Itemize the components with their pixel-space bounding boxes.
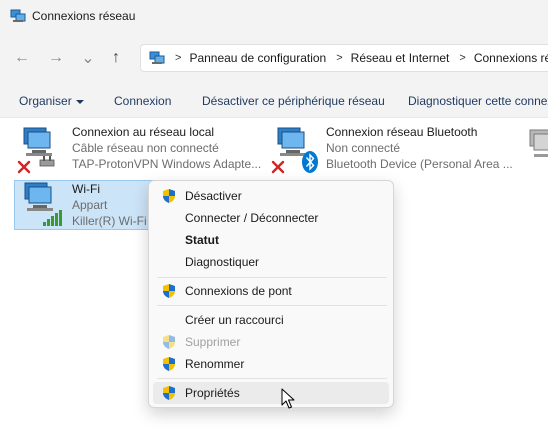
uac-shield-icon	[163, 357, 175, 371]
connection-status: Non connecté	[326, 141, 401, 155]
menu-item-rename[interactable]: Renommer	[153, 353, 389, 375]
mouse-pointer-icon	[281, 388, 295, 409]
bluetooth-icon	[302, 151, 318, 173]
breadcrumb-separator[interactable]: >	[459, 52, 465, 64]
menu-item-label: Propriétés	[185, 386, 240, 400]
signal-bars-icon	[43, 210, 62, 226]
bluetooth-adapter-icon	[271, 127, 318, 174]
menu-item-disable[interactable]: Désactiver	[153, 185, 389, 207]
dropdown-caret-icon	[75, 99, 84, 104]
uac-shield-icon	[163, 284, 175, 298]
organize-label: Organiser	[19, 94, 72, 108]
menu-item-bridge[interactable]: Connexions de pont	[153, 280, 389, 302]
title-bar: Connexions réseau	[0, 0, 548, 32]
menu-item-delete: Supprimer	[153, 331, 389, 353]
connection-name: Connexion au réseau local	[72, 125, 215, 139]
wifi-adapter-icon	[24, 182, 62, 226]
connect-button[interactable]: Connexion	[114, 94, 171, 108]
menu-item-label: Créer un raccourci	[185, 313, 284, 327]
disconnected-x-icon	[17, 160, 31, 174]
menu-separator	[157, 277, 387, 278]
ethernet-adapter-icon	[17, 127, 55, 174]
organize-button[interactable]: Organiser	[19, 94, 84, 108]
uac-shield-icon	[163, 335, 175, 349]
menu-item-label: Connecter / Déconnecter	[185, 211, 319, 225]
network-adapter-icon	[529, 129, 548, 157]
up-arrow-icon[interactable]: ↑	[106, 48, 126, 68]
control-panel-icon	[149, 51, 165, 64]
context-menu: Désactiver Connecter / Déconnecter Statu…	[148, 180, 394, 408]
diagnose-connection-button[interactable]: Diagnostiquer cette connexion	[408, 94, 548, 108]
recent-locations-chevron-icon[interactable]: ⌄	[78, 48, 98, 68]
forward-arrow-icon[interactable]: →	[46, 48, 66, 68]
menu-item-properties[interactable]: Propriétés	[153, 382, 389, 404]
menu-item-label: Statut	[185, 233, 219, 247]
menu-separator	[157, 378, 387, 379]
menu-item-label: Supprimer	[185, 335, 241, 349]
uac-shield-icon	[163, 189, 175, 203]
connection-status: Câble réseau non connecté	[72, 141, 219, 155]
disable-device-button[interactable]: Désactiver ce périphérique réseau	[202, 94, 385, 108]
breadcrumb-network-internet[interactable]: Réseau et Internet	[351, 51, 450, 65]
menu-item-create-shortcut[interactable]: Créer un raccourci	[153, 309, 389, 331]
connection-name: Wi-Fi	[72, 182, 100, 196]
address-bar[interactable]: > Panneau de configuration > Réseau et I…	[140, 44, 548, 72]
disconnected-x-icon	[271, 160, 285, 174]
navigation-bar: ← → ⌄ ↑ > Panneau de configuration > Rés…	[0, 32, 548, 84]
breadcrumb-separator[interactable]: >	[175, 52, 181, 64]
menu-item-label: Diagnostiquer	[185, 255, 260, 269]
connection-item-bluetooth[interactable]: Connexion réseau Bluetooth Non connecté …	[268, 124, 518, 174]
connection-status: Appart	[72, 198, 108, 212]
connection-item-partial[interactable]	[526, 124, 548, 174]
connection-device: TAP-ProtonVPN Windows Adapte...	[72, 157, 262, 171]
breadcrumb-control-panel[interactable]: Panneau de configuration	[189, 51, 326, 65]
back-arrow-icon[interactable]: ←	[12, 48, 32, 68]
menu-item-label: Renommer	[185, 357, 245, 371]
uac-shield-icon	[163, 386, 175, 400]
connection-name: Connexion réseau Bluetooth	[326, 125, 478, 139]
menu-item-connect-disconnect[interactable]: Connecter / Déconnecter	[153, 207, 389, 229]
connection-device: Killer(R) Wi-Fi	[72, 214, 147, 228]
menu-item-status[interactable]: Statut	[153, 229, 389, 251]
menu-item-diagnose[interactable]: Diagnostiquer	[153, 251, 389, 273]
window-title: Connexions réseau	[32, 9, 136, 23]
breadcrumb-network-connections[interactable]: Connexions réseau	[474, 51, 548, 65]
connection-item-local[interactable]: Connexion au réseau local Câble réseau n…	[14, 124, 264, 174]
menu-item-label: Désactiver	[185, 189, 242, 203]
command-bar: Organiser Connexion Désactiver ce périph…	[0, 84, 548, 118]
menu-item-label: Connexions de pont	[185, 284, 292, 298]
network-connections-icon	[10, 9, 26, 22]
menu-separator	[157, 305, 387, 306]
connection-device: Bluetooth Device (Personal Area ...	[326, 157, 513, 171]
breadcrumb-separator[interactable]: >	[336, 52, 342, 64]
